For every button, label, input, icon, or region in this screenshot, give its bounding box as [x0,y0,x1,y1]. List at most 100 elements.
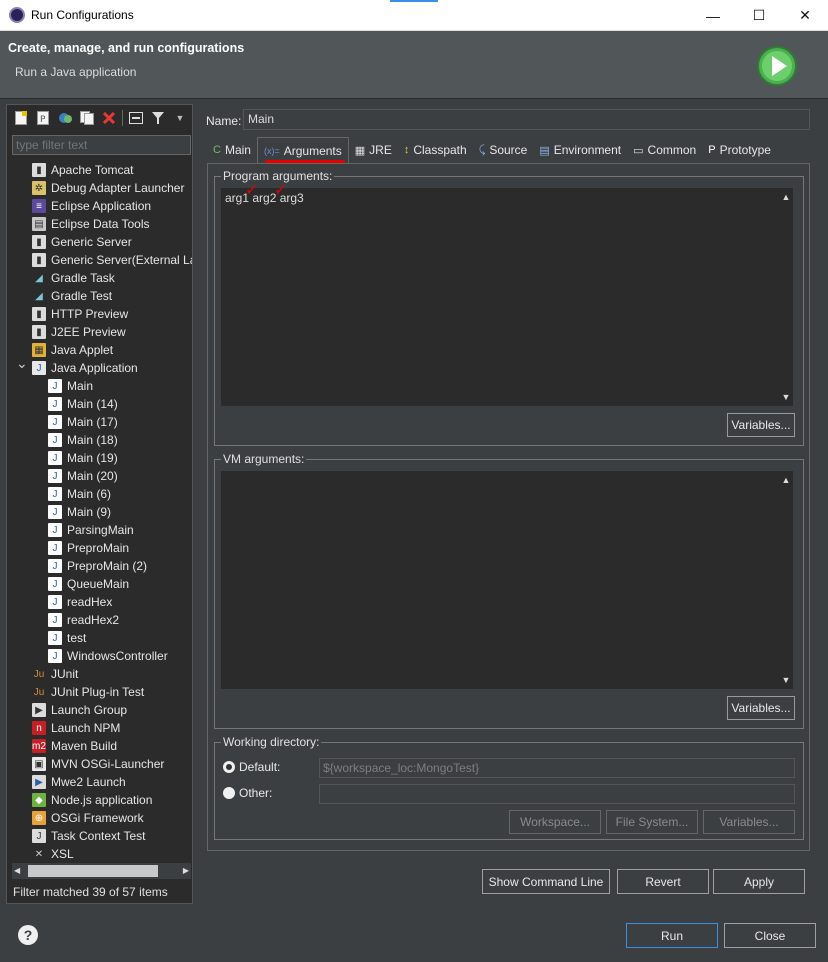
vm-args-variables-button[interactable]: Variables... [727,696,795,720]
tree-item[interactable]: Jtest [48,629,86,647]
collapse-all-icon[interactable] [127,109,145,127]
tree-item[interactable]: J Main (18) [48,431,118,449]
tab-jre[interactable]: ▦ JRE [349,137,398,163]
expand-chevron-icon[interactable]: ⌄ [16,355,28,372]
vm-args-scrollbar[interactable]: ▲ ▼ [779,471,793,689]
launch-group-icon: ▶ [32,703,46,717]
tree-item[interactable]: J ParsingMain [48,521,134,539]
scroll-up-arrow-icon[interactable]: ▲ [779,190,793,204]
view-menu-icon[interactable]: ▼ [171,109,189,127]
scroll-down-arrow-icon[interactable]: ▼ [779,673,793,687]
delete-config-icon[interactable] [100,109,118,127]
tree-item[interactable]: ◢ Gradle Task [32,269,115,287]
tree-item[interactable]: n Launch NPM [32,719,120,737]
tree-item[interactable]: J PreproMain (2) [48,557,147,575]
filter-icon[interactable] [149,109,167,127]
tree-item[interactable]: Ju JUnit Plug-in Test [32,683,144,701]
radio-unselected-icon[interactable] [223,787,235,799]
scroll-up-arrow-icon[interactable]: ▲ [779,473,793,487]
tree-item[interactable]: ▶ Launch Group [32,701,127,719]
tree-item[interactable]: J PreproMain [48,539,129,557]
tree-item[interactable]: ⊕ OSGi Framework [32,809,144,827]
workspace-button[interactable]: Workspace... [509,810,601,834]
tree-item[interactable]: ⌄ J Java Application [16,355,138,377]
tab-source[interactable]: ⤹ Source [473,137,534,163]
revert-button[interactable]: Revert [617,869,709,894]
radio-selected-icon[interactable] [223,761,235,773]
tree-item[interactable]: ▤ Eclipse Data Tools [32,215,150,233]
tree-item[interactable]: J Main (14) [48,395,118,413]
tab-common[interactable]: ▭ Common [627,137,702,163]
vm-args-group: VM arguments: ▲ ▼ Variables... [214,452,804,729]
vm-args-textarea[interactable] [221,471,779,689]
run-button[interactable]: Run [626,923,718,948]
program-args-textarea[interactable]: arg1 arg2 arg3 [221,188,779,406]
tree-item[interactable]: ✲ Debug Adapter Launcher [32,179,184,197]
default-radio[interactable]: Default: [223,760,280,774]
tree-item[interactable]: ▶ Mwe2 Launch [32,773,126,791]
vm-args-label: VM arguments: [221,452,307,466]
duplicate-config-icon[interactable] [78,109,96,127]
tree-item[interactable]: ▦ Java Applet [32,341,113,359]
tree-item[interactable]: J Task Context Test [32,827,146,845]
export-config-icon[interactable] [56,109,74,127]
tree-item-label: Debug Adapter Launcher [51,181,185,195]
filter-input[interactable] [12,135,191,155]
java-config-icon: J [48,541,62,555]
scroll-thumb[interactable] [28,865,158,877]
scroll-down-arrow-icon[interactable]: ▼ [779,390,793,404]
tree-item[interactable]: J WindowsController [48,647,168,665]
source-tab-icon: ⤹ [478,143,486,156]
close-button[interactable]: Close [724,923,816,948]
tree-item[interactable]: ▮ Apache Tomcat [32,161,134,179]
tab-main[interactable]: C Main [207,137,257,163]
tree-item[interactable]: ▮ J2EE Preview [32,323,126,341]
tree-item[interactable]: Ju JUnit [32,665,78,683]
environment-tab-icon: ▤ [539,144,550,157]
name-field[interactable]: Main [243,109,810,130]
help-icon[interactable]: ? [18,925,38,945]
file-system-button[interactable]: File System... [606,810,698,834]
arguments-tab-icon: (x)= [263,145,280,156]
tree-item[interactable]: ✕ XSL [32,845,74,861]
tab-prototype[interactable]: P Prototype [702,137,777,163]
new-prototype-icon[interactable]: P [34,109,52,127]
tree-item[interactable]: J Main (20) [48,467,118,485]
maximize-button[interactable]: ☐ [736,0,782,31]
tree-item[interactable]: J Main (6) [48,485,111,503]
tree-item[interactable]: ▮ HTTP Preview [32,305,128,323]
osgi-launcher-icon: ▣ [32,757,46,771]
tree-item[interactable]: J Main (19) [48,449,118,467]
show-command-line-button[interactable]: Show Command Line [482,869,610,894]
tab-classpath[interactable]: ↕ Classpath [398,137,473,163]
tree-item[interactable]: ◢ Gradle Test [32,287,112,305]
tree-item[interactable]: J Main [48,377,93,395]
tree-item[interactable]: J Main (17) [48,413,118,431]
tree-item-label: Gradle Test [51,289,113,303]
java-config-icon: J [48,505,62,519]
database-icon: ▤ [32,217,46,231]
tree-item[interactable]: JreadHex2 [48,611,119,629]
tree-item[interactable]: ▮ Generic Server [32,233,132,251]
tree-item[interactable]: JreadHex [48,593,112,611]
tree-item[interactable]: ≡ Eclipse Application [32,197,151,215]
tab-environment[interactable]: ▤ Environment [533,137,627,163]
tree-item[interactable]: J QueueMain [48,575,129,593]
working-dir-variables-button[interactable]: Variables... [703,810,795,834]
apply-button[interactable]: Apply [713,869,805,894]
minimize-button[interactable]: — [690,0,736,31]
tree-item[interactable]: ◆ Node.js application [32,791,152,809]
scroll-right-arrow-icon[interactable]: ▶ [183,866,189,875]
new-config-icon[interactable] [12,109,30,127]
other-radio[interactable]: Other: [223,786,272,800]
scroll-left-arrow-icon[interactable]: ◀ [14,866,20,875]
tree-horizontal-scrollbar[interactable]: ◀ ▶ [12,863,191,879]
tree-item[interactable]: ▣ MVN OSGi-Launcher [32,755,164,773]
program-args-variables-button[interactable]: Variables... [727,413,795,437]
mwe2-icon: ▶ [32,775,46,789]
close-window-button[interactable]: ✕ [782,0,828,31]
tree-item[interactable]: ▮ Generic Server(External La [32,251,192,269]
program-args-scrollbar[interactable]: ▲ ▼ [779,188,793,406]
tree-item[interactable]: m2 Maven Build [32,737,117,755]
tree-item[interactable]: J Main (9) [48,503,111,521]
